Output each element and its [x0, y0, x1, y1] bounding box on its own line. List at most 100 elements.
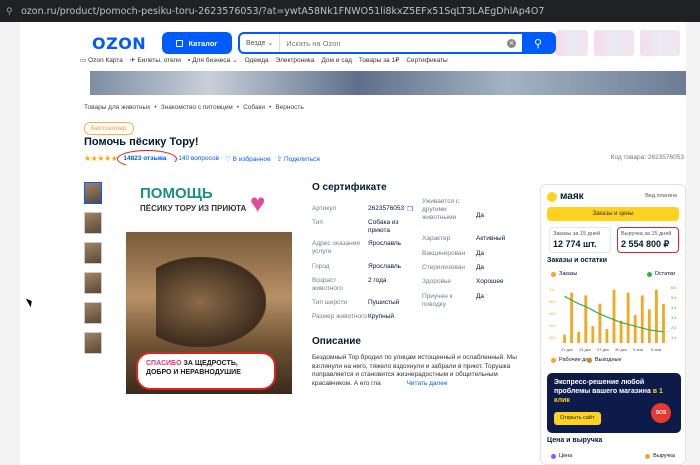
- orders-bar[interactable]: [584, 295, 588, 343]
- sub-navigation: ▭ Ozon Карта ✈ Билеты, отели ▪ Для бизнеса ⌄…: [80, 56, 448, 65]
- thanks-word: СПАСИБО: [146, 360, 182, 367]
- orders-bar[interactable]: [662, 303, 665, 343]
- legend-label: Заказы: [559, 271, 578, 277]
- image-headline: ПОМОЩЬ: [140, 185, 213, 202]
- legend-workdays[interactable]: Рабочие дни: [551, 357, 591, 363]
- browser-address-bar[interactable]: ⚲ ozon.ru/product/pomoch-pesiku-toru-262…: [0, 0, 700, 22]
- url-text[interactable]: ozon.ru/product/pomoch-pesiku-toru-26235…: [21, 6, 544, 17]
- questions-link[interactable]: ◌ 140 вопросов: [173, 155, 219, 162]
- thumbnail[interactable]: [84, 212, 102, 234]
- search-input[interactable]: [280, 38, 507, 48]
- nav-item-one-ruble[interactable]: Товары за 1₽: [359, 56, 399, 64]
- nav-item-certificates[interactable]: Сертификаты: [406, 56, 447, 64]
- orders-bar[interactable]: [640, 295, 644, 343]
- copy-icon[interactable]: ❐: [407, 205, 413, 213]
- orders-bar[interactable]: [591, 326, 595, 343]
- orders-bar[interactable]: [598, 303, 602, 343]
- catalog-button[interactable]: Каталог: [162, 32, 232, 54]
- search-scope-select[interactable]: Везде ⌄: [240, 34, 281, 52]
- nav-item-business[interactable]: ▪ Для бизнеса ⌄: [187, 56, 238, 65]
- search-button[interactable]: ⚲: [522, 34, 554, 52]
- briefcase-icon: ▪: [187, 56, 191, 64]
- spec-row: Вакцинирован Да: [422, 250, 484, 258]
- tune-icon[interactable]: ⚲: [6, 6, 15, 16]
- breadcrumb-item[interactable]: Товары для животных: [84, 104, 150, 111]
- orders-prices-button[interactable]: Заказы и цены: [547, 207, 679, 221]
- spec-value: Крупный: [368, 313, 394, 320]
- x-tick: 24 дек: [579, 347, 591, 352]
- orders-bar[interactable]: [563, 334, 566, 343]
- spec-value: Да: [476, 293, 485, 300]
- product-main-image[interactable]: ПОМОЩЬ ПЁСИКУ ТОРУ ИЗ ПРИЮТА ♥ СПАСИБО З…: [126, 162, 292, 394]
- spec-row: Здоровье Хорошее: [422, 278, 504, 286]
- promo-card[interactable]: Экспресс-решение любой проблемы вашего м…: [547, 373, 681, 433]
- orders-stock-chart[interactable]: 1 к 800 600 400 200 6 k 5 k 4 k 3 k 2 k …: [547, 283, 681, 355]
- orders-value: 12 774 шт.: [553, 239, 597, 249]
- header-action-blurred[interactable]: [640, 30, 680, 56]
- thumbnail[interactable]: [84, 242, 102, 264]
- legend-stock[interactable]: Остатки: [646, 271, 675, 277]
- clear-icon[interactable]: ✕: [507, 38, 516, 48]
- catalog-label: Каталог: [188, 38, 218, 48]
- mayak-dot-icon: [547, 191, 557, 202]
- reviews-link[interactable]: 14823 отзыва: [117, 150, 178, 168]
- spec-key: Вакцинирован: [422, 250, 466, 257]
- legend-price[interactable]: Цена: [551, 453, 572, 459]
- spec-value: Пушистый: [368, 299, 400, 306]
- thumbnail[interactable]: [84, 302, 102, 324]
- promo-banner[interactable]: [90, 71, 686, 95]
- product-code: Код товара: 2623576053: [610, 154, 684, 161]
- orders-bar[interactable]: [619, 320, 623, 343]
- legend-orders[interactable]: Заказы: [551, 271, 577, 277]
- orders-bar[interactable]: [605, 329, 609, 343]
- orders-bar[interactable]: [654, 289, 658, 343]
- orders-bar[interactable]: [626, 292, 630, 343]
- legend-weekends[interactable]: Выходные: [587, 357, 622, 363]
- nav-label: Для бизнеса: [192, 56, 231, 64]
- nav-item-home[interactable]: Дом и сад: [321, 56, 351, 64]
- spec-key: Размер животного: [312, 313, 368, 320]
- orders-bar[interactable]: [612, 289, 616, 343]
- breadcrumb-item[interactable]: Верность: [275, 104, 303, 111]
- spec-value[interactable]: 2623576053: [368, 205, 404, 213]
- thumbnail[interactable]: [84, 272, 102, 294]
- nav-item-tickets[interactable]: ✈ Билеты, отели: [130, 56, 181, 65]
- y-axis-left: 1 к 800 600 400 200: [549, 287, 556, 340]
- orders-bar[interactable]: [647, 309, 651, 343]
- spec-key: Приучен к поводку: [422, 293, 453, 308]
- legend-revenue[interactable]: Выручка: [645, 453, 675, 459]
- mayak-logo: маяк: [547, 191, 584, 202]
- spec-value: Ярославль: [368, 240, 402, 247]
- x-tick: 6 янв: [651, 347, 661, 352]
- breadcrumb-item[interactable]: Знакомство с питомцем: [161, 104, 233, 111]
- header-action-blurred[interactable]: [594, 30, 634, 56]
- stock-dot-icon: [646, 271, 652, 277]
- x-tick: 3 янв: [633, 347, 643, 352]
- y-tick-right: 4 k: [671, 305, 676, 310]
- bestseller-badge: Бестселлер: [84, 122, 134, 135]
- revenue-stat: Выручка за 15 дней 2 554 800 ₽: [617, 227, 679, 253]
- breadcrumb-item[interactable]: Собаки: [243, 104, 265, 111]
- dog-silhouette: [156, 257, 266, 347]
- orders-bar[interactable]: [577, 331, 581, 343]
- spec-row: Уживается с другими животными Да: [422, 198, 484, 222]
- mayak-widget: маяк Вед.плагина Заказы и цены Заказы за…: [540, 184, 686, 465]
- read-more-link[interactable]: Читать далее: [407, 380, 448, 387]
- orders-bar[interactable]: [633, 315, 637, 343]
- promo-text: Экспресс-решение любой проблемы вашего м…: [554, 379, 651, 395]
- nav-item-electronics[interactable]: Электроника: [276, 56, 315, 64]
- thumbnail[interactable]: [84, 332, 102, 354]
- rating-stars-icon[interactable]: ★★★★★: [84, 154, 118, 163]
- description-heading: Описание: [312, 336, 361, 347]
- open-site-button[interactable]: Открыть сайт: [554, 412, 601, 425]
- nav-item-ozon-card[interactable]: ▭ Ozon Карта: [80, 56, 123, 65]
- y-tick-right: 3 k: [671, 315, 676, 320]
- plugin-version[interactable]: Вед.плагина: [645, 193, 677, 199]
- nav-item-clothes[interactable]: Одежда: [245, 56, 269, 64]
- ozon-logo[interactable]: OZON: [92, 34, 146, 53]
- thumbnail[interactable]: [84, 182, 102, 204]
- y-tick-right: 6 k: [671, 285, 676, 290]
- card-icon: ▭: [80, 57, 87, 64]
- header-action-blurred[interactable]: [556, 30, 588, 56]
- x-tick: 27 дек: [597, 347, 609, 352]
